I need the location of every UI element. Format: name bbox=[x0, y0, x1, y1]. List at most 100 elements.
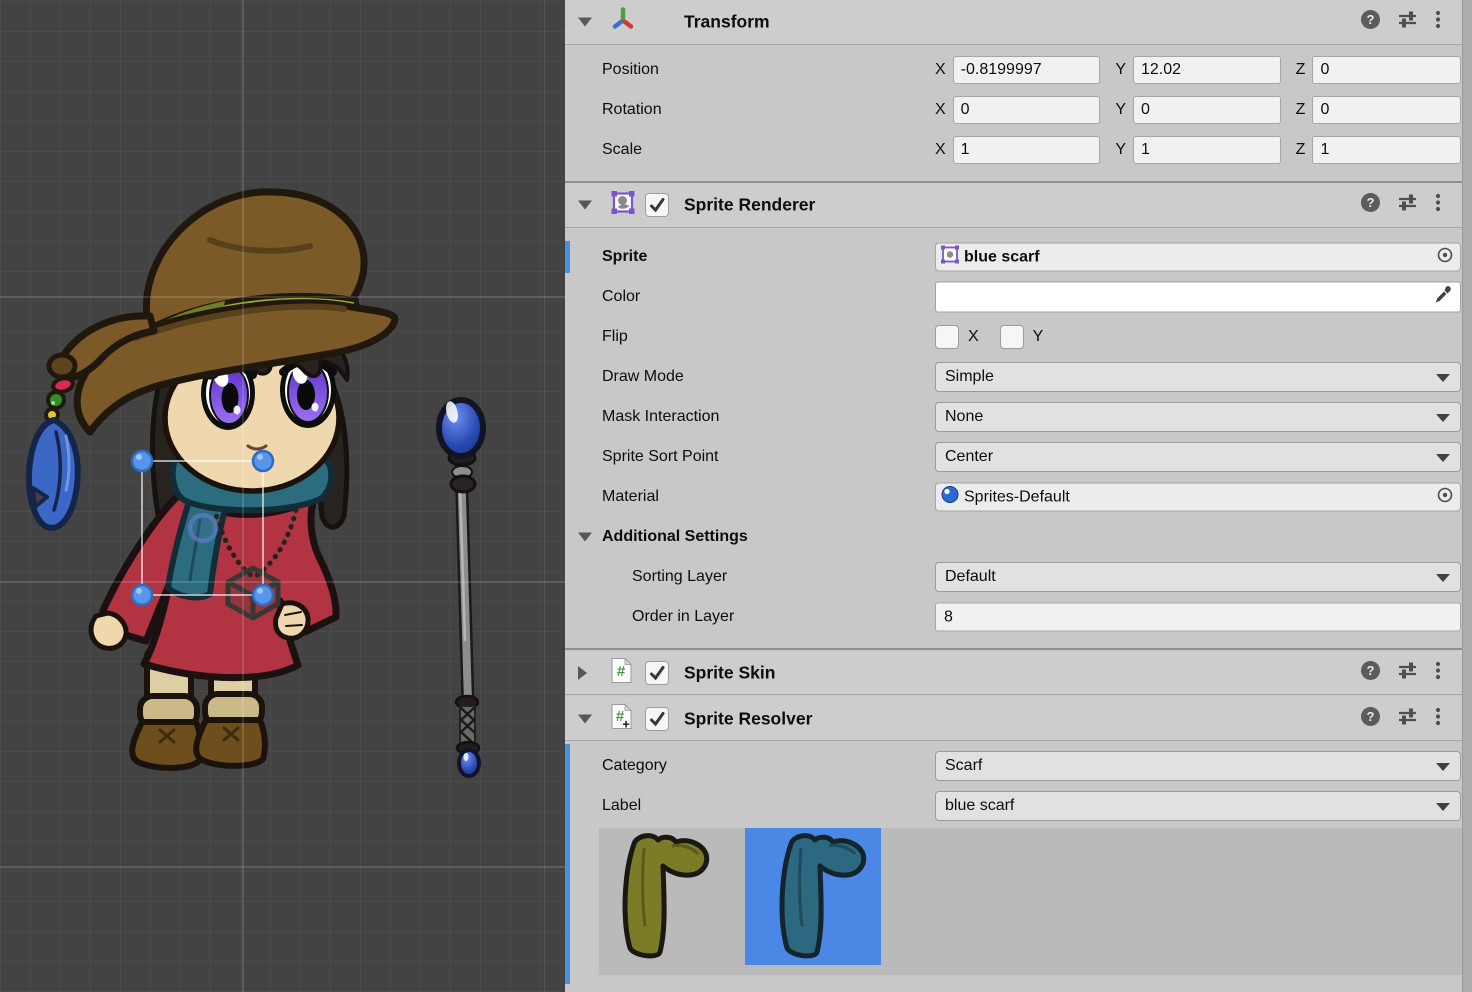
grid-axis-vertical bbox=[242, 0, 244, 992]
position-z-field[interactable]: 0 bbox=[1312, 56, 1461, 84]
flip-x-label: X bbox=[968, 328, 979, 346]
component-title: Sprite Resolver bbox=[684, 708, 812, 729]
category-label: Category bbox=[602, 757, 667, 775]
presets-icon[interactable] bbox=[1397, 660, 1418, 686]
order-in-layer-label: Order in Layer bbox=[632, 608, 734, 626]
flip-y-checkbox[interactable] bbox=[1000, 325, 1024, 349]
presets-icon[interactable] bbox=[1397, 192, 1418, 218]
chevron-down-icon bbox=[1436, 374, 1450, 382]
flip-label: Flip bbox=[602, 328, 628, 346]
draw-mode-dropdown[interactable]: Simple bbox=[935, 362, 1461, 392]
rotation-x-field[interactable]: 0 bbox=[953, 96, 1101, 124]
enabled-checkbox[interactable] bbox=[645, 707, 669, 731]
axis-z-label: Z bbox=[1296, 101, 1306, 119]
presets-icon[interactable] bbox=[1397, 706, 1418, 732]
sprite-renderer-icon bbox=[610, 190, 636, 221]
scale-y-field[interactable]: 1 bbox=[1133, 136, 1281, 164]
draw-mode-label: Draw Mode bbox=[602, 368, 684, 386]
axis-z-label: Z bbox=[1296, 141, 1306, 159]
staff-sprite bbox=[439, 400, 483, 776]
order-in-layer-field[interactable]: 8 bbox=[935, 603, 1461, 632]
sprite-object-field[interactable]: blue scarf bbox=[935, 243, 1461, 272]
sprite-sort-point-label: Sprite Sort Point bbox=[602, 448, 719, 466]
character-sprite bbox=[0, 0, 565, 992]
enabled-checkbox[interactable] bbox=[645, 661, 669, 685]
foldout-icon[interactable] bbox=[578, 714, 592, 723]
rotation-z-field[interactable]: 0 bbox=[1312, 96, 1461, 124]
category-dropdown[interactable]: Scarf bbox=[935, 751, 1461, 781]
help-icon[interactable]: ? bbox=[1360, 660, 1381, 686]
svg-text:?: ? bbox=[1367, 663, 1375, 678]
sprite-label: Sprite bbox=[602, 248, 647, 266]
axis-x-label: X bbox=[935, 61, 946, 79]
position-y-field[interactable]: 12.02 bbox=[1133, 56, 1281, 84]
component-title: Transform bbox=[684, 12, 770, 33]
inspector-scrollbar[interactable] bbox=[1462, 0, 1472, 992]
foldout-icon[interactable] bbox=[578, 533, 592, 542]
foldout-icon[interactable] bbox=[578, 18, 592, 27]
svg-text:?: ? bbox=[1367, 12, 1375, 27]
kebab-menu-icon[interactable] bbox=[1434, 706, 1442, 732]
sprite-mini-icon bbox=[940, 245, 960, 270]
sprite-option-green-scarf[interactable] bbox=[600, 828, 720, 965]
component-title: Sprite Skin bbox=[684, 662, 775, 683]
svg-text:#: # bbox=[617, 663, 626, 680]
rotation-label: Rotation bbox=[602, 101, 662, 119]
scale-z-field[interactable]: 1 bbox=[1312, 136, 1461, 164]
enabled-checkbox[interactable] bbox=[645, 193, 669, 217]
script-icon: # bbox=[610, 657, 632, 688]
scene-view[interactable] bbox=[0, 0, 565, 992]
foldout-icon[interactable] bbox=[578, 201, 592, 210]
chevron-down-icon bbox=[1436, 454, 1450, 462]
grid-axis-horizontal-2 bbox=[0, 581, 565, 583]
grid-axis-vertical-2 bbox=[544, 0, 545, 992]
transform-header[interactable]: Transform ? bbox=[565, 0, 1462, 45]
sorting-layer-label: Sorting Layer bbox=[632, 568, 727, 586]
transform-icon bbox=[610, 7, 636, 38]
color-swatch[interactable] bbox=[935, 282, 1461, 313]
chevron-down-icon bbox=[1436, 763, 1450, 771]
sprite-renderer-header[interactable]: Sprite Renderer ? bbox=[565, 183, 1462, 228]
mask-interaction-dropdown[interactable]: None bbox=[935, 402, 1461, 432]
grid-axis-horizontal-1 bbox=[0, 296, 565, 298]
sprite-skin-header[interactable]: # Sprite Skin ? bbox=[565, 651, 1462, 695]
sprite-sort-point-dropdown[interactable]: Center bbox=[935, 442, 1461, 472]
label-dropdown[interactable]: blue scarf bbox=[935, 791, 1461, 821]
label-label: Label bbox=[602, 797, 641, 815]
scale-x-field[interactable]: 1 bbox=[953, 136, 1101, 164]
axis-z-label: Z bbox=[1296, 61, 1306, 79]
sprite-resolver-header[interactable]: #+ Sprite Resolver ? bbox=[565, 697, 1462, 741]
color-label: Color bbox=[602, 288, 640, 306]
kebab-menu-icon[interactable] bbox=[1434, 9, 1442, 35]
scale-label: Scale bbox=[602, 141, 642, 159]
rotation-y-field[interactable]: 0 bbox=[1133, 96, 1281, 124]
axis-y-label: Y bbox=[1115, 101, 1126, 119]
flip-x-checkbox[interactable] bbox=[935, 325, 959, 349]
script-plus-icon: #+ bbox=[610, 703, 632, 734]
component-title: Sprite Renderer bbox=[684, 195, 815, 216]
presets-icon[interactable] bbox=[1397, 9, 1418, 35]
position-x-field[interactable]: -0.8199997 bbox=[953, 56, 1101, 84]
material-object-field[interactable]: Sprites-Default bbox=[935, 483, 1461, 512]
mask-interaction-label: Mask Interaction bbox=[602, 408, 719, 426]
sorting-layer-dropdown[interactable]: Default bbox=[935, 562, 1461, 592]
additional-settings-label[interactable]: Additional Settings bbox=[602, 528, 748, 546]
kebab-menu-icon[interactable] bbox=[1434, 660, 1442, 686]
kebab-menu-icon[interactable] bbox=[1434, 192, 1442, 218]
eyedropper-icon[interactable] bbox=[1433, 285, 1453, 310]
object-picker-icon[interactable] bbox=[1436, 486, 1454, 509]
help-icon[interactable]: ? bbox=[1360, 192, 1381, 218]
component-separator bbox=[565, 648, 1462, 650]
axis-x-label: X bbox=[935, 141, 946, 159]
sprite-option-blue-scarf[interactable] bbox=[745, 828, 881, 965]
chevron-down-icon bbox=[1436, 574, 1450, 582]
object-picker-icon[interactable] bbox=[1436, 246, 1454, 269]
foldout-icon[interactable] bbox=[578, 666, 587, 680]
chevron-down-icon bbox=[1436, 803, 1450, 811]
position-label: Position bbox=[602, 61, 659, 79]
help-icon[interactable]: ? bbox=[1360, 706, 1381, 732]
sprite-variant-strip bbox=[599, 828, 1462, 975]
material-icon bbox=[940, 485, 960, 510]
svg-text:?: ? bbox=[1367, 709, 1375, 724]
help-icon[interactable]: ? bbox=[1360, 9, 1381, 35]
